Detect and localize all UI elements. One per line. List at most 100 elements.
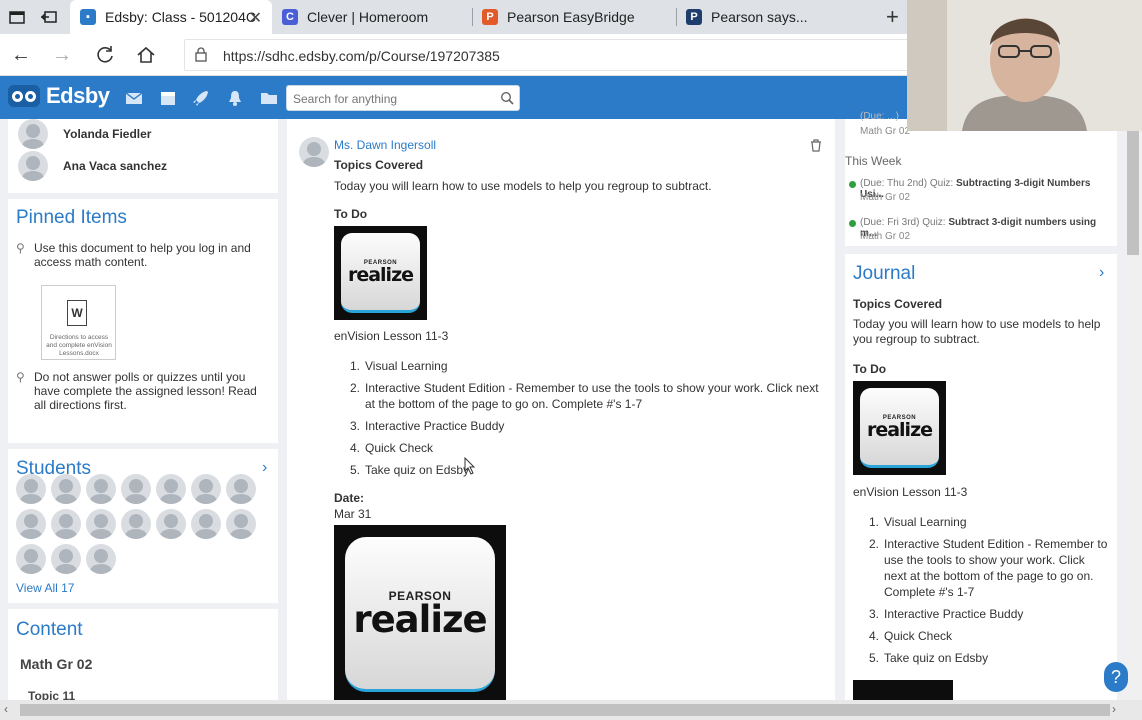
pearson-realize-image[interactable]: PEARSON realize: [334, 226, 427, 320]
pin-icon: ⚲: [16, 370, 25, 384]
refresh-icon[interactable]: [93, 43, 117, 67]
topics-label: Topics Covered: [334, 158, 424, 172]
author-name[interactable]: Ms. Dawn Ingersoll: [334, 138, 436, 152]
tab-clever[interactable]: C Clever | Homeroom: [272, 0, 472, 34]
pinned-item[interactable]: ⚲ Do not answer polls or quizzes until y…: [16, 370, 266, 412]
help-button[interactable]: ?: [1104, 662, 1128, 692]
pinned-item[interactable]: ⚲ Use this document to help you log in a…: [16, 241, 266, 269]
student-avatar[interactable]: [86, 474, 116, 504]
tab-pearson-says[interactable]: P Pearson says...: [676, 0, 876, 34]
search-box[interactable]: [286, 85, 520, 111]
step-text: Interactive Practice Buddy: [365, 419, 505, 433]
student-avatar[interactable]: [51, 544, 81, 574]
pearson-realize-image[interactable]: PEARSON realize: [853, 381, 946, 475]
pearson-p-favicon: P: [686, 9, 702, 25]
pinned-items-card: Pinned Items ⚲ Use this document to help…: [8, 199, 278, 443]
set-tabs-aside-icon[interactable]: [40, 8, 58, 26]
close-tab-icon[interactable]: ✕: [249, 8, 262, 28]
status-dot-icon: [849, 181, 856, 188]
student-avatar[interactable]: [226, 509, 256, 539]
clever-favicon: C: [282, 9, 298, 25]
forward-button[interactable]: →: [50, 43, 74, 67]
student-avatar[interactable]: [51, 474, 81, 504]
step-number: 5.: [869, 651, 880, 665]
step-item: 5. Take quiz on Edsby: [334, 462, 824, 478]
tab-actions-icon[interactable]: [8, 8, 26, 26]
todo-steps-list: 1. Visual Learning 2. Interactive Student E…: [334, 358, 824, 484]
student-avatar[interactable]: [16, 474, 46, 504]
document-thumbnail[interactable]: W Directions to access and complete enVi…: [41, 285, 116, 360]
calendar-icon[interactable]: [159, 89, 177, 107]
student-avatar[interactable]: [121, 474, 151, 504]
bell-icon[interactable]: [226, 89, 244, 107]
scrollbar-thumb[interactable]: [1127, 131, 1139, 255]
step-number: 2.: [869, 537, 880, 551]
trash-icon[interactable]: [810, 139, 822, 152]
due-course: Math Gr 02: [860, 192, 911, 203]
content-title[interactable]: Content: [16, 619, 83, 641]
author-avatar[interactable]: [299, 137, 329, 167]
scrollbar-thumb[interactable]: [20, 704, 1110, 716]
student-avatar[interactable]: [86, 509, 116, 539]
scroll-right-icon[interactable]: ›: [1112, 702, 1116, 716]
journal-topics-label: Topics Covered: [853, 297, 943, 311]
student-avatar[interactable]: [16, 509, 46, 539]
student-avatar[interactable]: [226, 474, 256, 504]
edsby-favicon: ▪: [80, 9, 96, 25]
person-row[interactable]: Yolanda Fiedler: [18, 119, 151, 149]
tab-edsby[interactable]: ▪ Edsby: Class - 501204C ✕: [70, 0, 272, 34]
pinned-items-title[interactable]: Pinned Items: [16, 207, 127, 229]
lock-icon: [195, 47, 207, 62]
mail-icon[interactable]: [125, 89, 143, 107]
url-field[interactable]: https://sdhc.edsby.com/p/Course/19720738…: [184, 39, 924, 71]
pearson-realize-large-image[interactable]: PEARSON realize: [334, 525, 506, 700]
student-avatar[interactable]: [121, 509, 151, 539]
student-avatar[interactable]: [51, 509, 81, 539]
journal-title[interactable]: Journal: [853, 263, 915, 285]
step-text: Visual Learning: [884, 515, 967, 529]
step-number: 4.: [869, 629, 880, 643]
student-avatar[interactable]: [156, 509, 186, 539]
folder-icon[interactable]: [260, 89, 278, 107]
due-item[interactable]: (Due: Thu 2nd) Quiz: Subtracting 3-digit…: [849, 178, 1115, 203]
pearson-realize-image-partial[interactable]: [853, 680, 953, 700]
horizontal-scrollbar[interactable]: ‹ ›: [0, 700, 1142, 720]
search-icon[interactable]: [500, 91, 514, 105]
step-text: Quick Check: [365, 441, 434, 455]
realize-word: realize: [866, 418, 933, 441]
student-avatar[interactable]: [191, 474, 221, 504]
person-row[interactable]: Ana Vaca sanchez: [18, 151, 167, 181]
search-input[interactable]: [293, 90, 493, 108]
step-text: Interactive Student Edition - Remember t…: [365, 381, 819, 411]
new-tab-button[interactable]: +: [886, 4, 899, 30]
right-sidebar: (Due: ...) Math Gr 02 This Week (Due: Th…: [845, 111, 1117, 700]
content-course[interactable]: Math Gr 02: [20, 656, 92, 672]
back-button[interactable]: ←: [9, 43, 33, 67]
step-text: Visual Learning: [365, 359, 448, 373]
content-card: Content Math Gr 02 Topic 11: [8, 609, 278, 703]
student-avatar[interactable]: [86, 544, 116, 574]
rocket-icon[interactable]: [192, 89, 210, 107]
student-avatar[interactable]: [16, 544, 46, 574]
chevron-right-icon[interactable]: ›: [1099, 264, 1104, 282]
student-avatar[interactable]: [191, 509, 221, 539]
date-label: Date:: [334, 491, 365, 505]
home-icon[interactable]: [134, 43, 158, 67]
tab-title: Pearson says...: [711, 9, 808, 25]
scroll-left-icon[interactable]: ‹: [4, 702, 8, 716]
pin-icon: ⚲: [16, 241, 25, 255]
journal-steps-list: 1. Visual Learning 2. Interactive Student E…: [853, 514, 1108, 672]
student-avatar[interactable]: [156, 474, 186, 504]
step-number: 2.: [350, 381, 361, 395]
step-item: 3. Interactive Practice Buddy: [334, 418, 824, 434]
date-value: Mar 31: [334, 507, 372, 521]
edsby-logo[interactable]: Edsby: [8, 83, 110, 109]
tab-pearson-easybridge[interactable]: P Pearson EasyBridge: [472, 0, 676, 34]
post-feed: Ms. Dawn Ingersoll Topics Covered Today …: [287, 119, 835, 700]
presenter-video-icon: [907, 0, 1142, 131]
due-item[interactable]: (Due: Fri 3rd) Quiz: Subtract 3-digit nu…: [849, 217, 1115, 242]
step-item: 2. Interactive Student Edition - Remember…: [853, 536, 1108, 600]
view-all-students-link[interactable]: View All 17: [16, 581, 74, 595]
vertical-scrollbar[interactable]: [1124, 131, 1142, 700]
step-number: 5.: [350, 463, 361, 477]
